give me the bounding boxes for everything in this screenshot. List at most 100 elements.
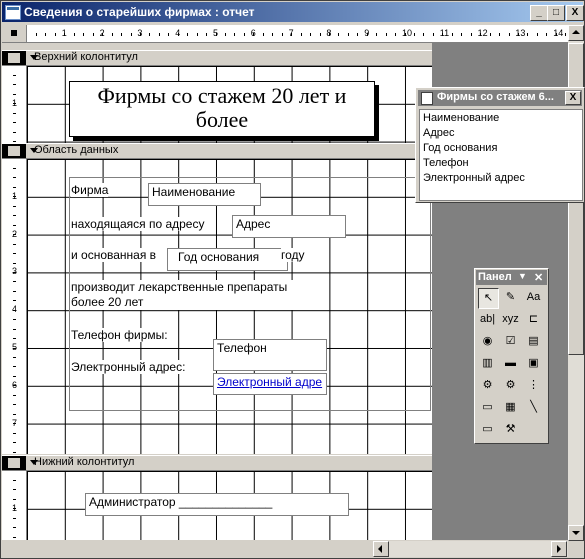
toolbox-titlebar[interactable]: Панел ▼ ✕: [476, 270, 547, 285]
field-list-item[interactable]: Год основания: [423, 142, 497, 154]
field-list-item[interactable]: Телефон: [423, 157, 469, 169]
ruler-tick: [206, 33, 208, 36]
unbound-frame-tool-icon[interactable]: ⚙: [478, 376, 497, 395]
ruler-tick: [13, 141, 16, 143]
horizontal-scrollbar[interactable]: [373, 541, 568, 557]
field-list-close-button[interactable]: X: [565, 91, 581, 105]
tab-control-tool-icon[interactable]: ▭: [478, 398, 497, 417]
horizontal-ruler[interactable]: 1234567891011121314: [2, 25, 568, 43]
ruler-tick: [13, 122, 16, 124]
ruler-tick: [442, 33, 444, 36]
scroll-left-button[interactable]: [373, 541, 389, 557]
report-title-label[interactable]: Фирмы со стажем 20 лет и более: [69, 81, 375, 137]
listbox-tool-icon[interactable]: ▥: [478, 354, 497, 373]
title-bar[interactable]: Сведения о старейших фирмах : отчет _ □ …: [2, 2, 584, 22]
minimize-button[interactable]: _: [530, 5, 548, 21]
size-grip[interactable]: [568, 541, 584, 557]
field-name[interactable]: Наименование: [148, 183, 261, 206]
ruler-tick: [83, 33, 85, 36]
ruler-tick: [414, 33, 415, 36]
toolbox-panel[interactable]: Панел ▼ ✕ ↖ ✎ Aa ab| xyz ⊏ ◉ ☑ ▤ ▥ ▬ ▣ ⚙ ⚙ ⋮ ▭ ▦ ╲ ▭ ⚒: [474, 268, 549, 444]
ruler-tick: [376, 33, 378, 36]
ruler-tick: [13, 234, 16, 236]
field-year[interactable]: Год основания: [167, 248, 288, 271]
textbox-tool-icon[interactable]: ab|: [478, 310, 497, 329]
bound-frame-tool-icon[interactable]: ⚙: [501, 376, 520, 395]
label-founded[interactable]: и основанная в: [71, 248, 157, 262]
page-footer-area[interactable]: Администратор ______________: [27, 471, 432, 540]
wizard-tool-icon[interactable]: ✎: [501, 288, 520, 307]
field-email[interactable]: Электронный адре: [213, 373, 327, 395]
section-selector[interactable]: [2, 144, 26, 158]
footer-admin-label[interactable]: Администратор ______________: [85, 493, 349, 516]
ruler-tick: [13, 319, 16, 321]
page-header-area[interactable]: Фирмы со стажем 20 лет и более: [27, 66, 432, 143]
ruler-tick: [291, 33, 293, 36]
subform-tool-icon[interactable]: ▦: [501, 398, 520, 417]
field-phone[interactable]: Телефон: [213, 339, 327, 371]
section-selector[interactable]: [2, 51, 26, 65]
label-phone[interactable]: Телефон фирмы:: [71, 328, 168, 342]
page-break-tool-icon[interactable]: ⋮: [524, 376, 543, 395]
ruler-tick: [451, 33, 453, 36]
field-list-item[interactable]: Адрес: [423, 127, 455, 139]
toggle-button-tool-icon[interactable]: ⊏: [524, 310, 543, 329]
field-list-item[interactable]: Наименование: [423, 112, 499, 124]
scroll-right-button[interactable]: [551, 541, 567, 557]
ruler-tick: [13, 347, 16, 349]
ruler-tick: [54, 33, 56, 36]
ruler-tick: [13, 196, 16, 198]
ruler-tick: [300, 33, 302, 36]
option-button-tool-icon[interactable]: ◉: [478, 332, 497, 351]
ruler-tick: [499, 33, 501, 36]
label-address[interactable]: находящаяся по адресу: [71, 217, 205, 231]
label-firm[interactable]: Фирма: [71, 183, 109, 197]
label-tool-icon[interactable]: Aa: [524, 288, 543, 307]
checkbox-tool-icon[interactable]: ☑: [501, 332, 520, 351]
more-controls-tool-icon[interactable]: ⚒: [501, 420, 520, 439]
label-year-suffix[interactable]: году: [281, 248, 305, 262]
toolbox-close-button[interactable]: ✕: [534, 271, 543, 284]
ruler-tick: [13, 215, 16, 217]
vertical-ruler-detail[interactable]: 1234567: [2, 159, 27, 454]
ruler-tick: [177, 33, 179, 36]
select-tool-icon[interactable]: ↖: [478, 288, 499, 309]
report-title-text: Фирмы со стажем 20 лет и более: [97, 83, 347, 132]
label-email[interactable]: Электронный адрес:: [71, 360, 186, 374]
ruler-tick: [13, 527, 16, 529]
scroll-down-button[interactable]: [568, 525, 584, 541]
vertical-ruler-footer[interactable]: 1: [2, 471, 27, 540]
detail-area[interactable]: Фирма Наименование находящаяся по адресу…: [27, 159, 432, 454]
field-list-titlebar[interactable]: Фирмы со стажем 6... X: [418, 90, 582, 106]
line-tool-icon[interactable]: ╲: [524, 398, 543, 417]
ruler-tick: [13, 75, 16, 76]
field-list-window[interactable]: Фирмы со стажем 6... X Наименование Адре…: [415, 87, 585, 203]
label-produces[interactable]: производит лекарственные препараты более…: [71, 280, 311, 310]
image-tool-icon[interactable]: ▣: [524, 354, 543, 373]
field-list-item[interactable]: Электронный адрес: [423, 172, 525, 184]
report-selector[interactable]: [2, 25, 27, 42]
table-icon: [421, 92, 433, 105]
section-selector[interactable]: [2, 456, 26, 470]
ruler-tick: [470, 33, 472, 36]
ruler-tick: [432, 33, 434, 36]
ruler-tick: [423, 33, 425, 36]
close-button[interactable]: X: [566, 5, 584, 21]
ruler-tick: [13, 517, 16, 519]
option-group-tool-icon[interactable]: xyz: [501, 310, 520, 329]
ruler-number: 12: [477, 28, 488, 38]
ruler-tick: [366, 33, 368, 36]
window-title: Сведения о старейших фирмах : отчет: [24, 5, 255, 19]
scroll-up-button[interactable]: [568, 25, 584, 41]
field-list-title: Фирмы со стажем 6...: [437, 91, 554, 103]
field-address[interactable]: Адрес: [232, 215, 346, 238]
chevron-down-icon[interactable]: ▼: [518, 271, 527, 281]
ruler-tick: [13, 177, 16, 179]
ruler-tick: [395, 33, 397, 36]
command-button-tool-icon[interactable]: ▬: [501, 354, 520, 373]
ruler-tick: [13, 413, 16, 415]
vertical-ruler-header[interactable]: 1: [2, 66, 27, 143]
rectangle-tool-icon[interactable]: ▭: [478, 420, 497, 439]
maximize-button[interactable]: □: [547, 5, 565, 21]
combobox-tool-icon[interactable]: ▤: [524, 332, 543, 351]
